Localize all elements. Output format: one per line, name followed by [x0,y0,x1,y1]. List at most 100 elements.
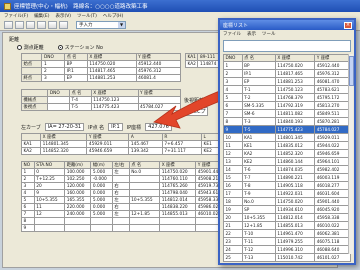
table-row[interactable]: 13 KE2 114860.144 45964.101 [223,157,351,166]
menu-file[interactable]: ファイル(F) [4,13,28,19]
table-row[interactable]: 24 T-12 114996.310 46088.640 [223,245,351,254]
table-row[interactable]: 7 SM-6 114811.082 45849.511 [223,109,351,118]
table-row[interactable]: 3 EP 114881.253 46081.470 [223,77,351,86]
table-cell[interactable]: 114961.470 [274,229,316,238]
table-cell[interactable] [128,182,161,190]
table-cell[interactable]: T-13 [241,253,276,262]
table-cell[interactable]: 114840.193 [274,117,316,126]
table-cell[interactable]: 100.000 [64,168,92,176]
table-cell[interactable]: 46018.277 [314,181,351,190]
table-cell[interactable]: 1 [21,168,35,176]
table-cell[interactable]: 114750.020 [274,61,316,70]
table-cell[interactable]: 46062.381 [314,229,351,238]
table-cell[interactable] [128,224,161,232]
table-cell[interactable] [159,224,197,232]
table-row[interactable]: 終点 3 EP 114881.253 46081.4 [20,74,182,82]
popup-menu-view[interactable]: 表示 [247,31,256,37]
table-cell[interactable]: 114750.020 [159,168,197,176]
table-row[interactable]: 21 12+1.85 114855.013 46010.022 [223,221,351,230]
table-cell[interactable]: 45870.281 [314,117,351,126]
table-cell[interactable]: 120.000 [64,182,92,190]
table-cell[interactable]: T-3 [241,117,276,126]
popup-filter-box[interactable] [223,40,351,52]
table-cell[interactable]: 46088.640 [314,245,351,254]
table-cell[interactable]: 46081.470 [314,77,351,86]
table-row[interactable]: 4 9 160.000 0.000 右 114798.040 45943.617 [21,189,229,197]
table-cell[interactable]: 45783.621 [314,85,351,94]
table-cell[interactable]: 7 [21,210,35,218]
table-row[interactable]: 11 KE1 114835.012 45944.022 [223,141,351,150]
table-cell[interactable]: 114801.345 [40,140,88,148]
popup-titlebar[interactable]: 座標リスト × [220,20,354,30]
table-cell[interactable]: 114934.610 [274,205,316,214]
table-row[interactable]: 19 SP 114934.610 46045.920 [223,205,351,214]
table-cell[interactable]: 160.000 [64,189,92,197]
table-cell[interactable]: 114750.020 [86,60,137,68]
table-cell[interactable]: 5.000 [90,168,113,176]
table-cell[interactable]: SP [241,205,276,214]
table-cell[interactable]: 46075.118 [314,237,351,246]
popup-scrollbar[interactable] [348,54,354,254]
menu-edit[interactable]: 編集(E) [34,13,49,19]
table-cell[interactable]: 21 [223,221,243,230]
table-cell[interactable]: 114792.319 [274,101,316,110]
table-cell[interactable]: IP.1 [64,67,88,75]
table-cell[interactable]: 45929.011 [86,140,130,148]
table-cell[interactable]: 22 [223,229,243,238]
table-cell[interactable]: 46031.604 [314,189,351,198]
table-cell[interactable]: 5.000 [90,196,113,204]
table-cell[interactable]: 20 [223,213,243,222]
table-cell[interactable]: 114775.423 [90,103,139,111]
table-cell[interactable]: 114922.031 [274,189,316,198]
table-row[interactable]: 1 BP 114750.020 45912.440 [223,61,351,70]
table-cell[interactable]: 7+6.457 [161,140,203,148]
table-cell[interactable]: 45946.659 [314,149,351,158]
table-cell[interactable]: 114890.221 [274,173,316,182]
table-cell[interactable]: 12 [33,210,66,218]
table-row[interactable]: 7 12 240.000 5.000 左 12+1.85 114855.013 46010.0… [21,210,229,218]
table-cell[interactable]: 10+5.355 [33,196,66,204]
table-row[interactable]: KA1 114801.345 45929.011 145.467 7+6.457 KE1 [20,140,221,148]
table-cell[interactable]: 2 [21,175,35,183]
table-row[interactable]: 5 10+5.355 165.355 5.000 左 10+5.355 114812.014… [21,196,229,204]
table-cell[interactable]: 220.000 [64,203,92,211]
table-cell[interactable]: 114817.465 [86,67,137,75]
table-row[interactable]: 8 T-3 114840.193 45870.281 [223,117,351,126]
table-cell[interactable]: -0.000 [90,175,113,183]
table-cell[interactable]: 19 [223,205,243,214]
table-cell[interactable]: 114874.035 [274,165,316,174]
print-icon[interactable] [37,21,46,29]
table-row[interactable]: 14 T-6 114874.035 45982.402 [223,165,351,174]
radio-station-no[interactable]: ステーション No [58,44,103,51]
radio-point-distance[interactable]: 測点距離 [17,44,44,51]
table-row[interactable]: 2 T+12.25 102.250 -0.000 114760.110 45908.215 [21,175,229,183]
table-row[interactable]: 22 T-10 114961.470 46062.381 [223,229,351,238]
table-cell[interactable]: T-10 [241,229,276,238]
table-cell[interactable]: 114838.220 [159,203,197,211]
scrollbar-thumb[interactable] [349,56,354,86]
table-row[interactable]: 20 10+5.355 114812.014 45958.338 [223,213,351,222]
table-cell[interactable]: 左 [111,210,130,218]
table-cell[interactable]: 114765.260 [159,182,197,190]
table-cell[interactable]: 4 [223,85,243,94]
table-cell[interactable]: 0 [33,168,66,176]
table-cell[interactable]: KA2 [184,60,199,68]
table-cell[interactable]: 45976.312 [135,67,182,75]
table-cell[interactable]: 14 [223,165,243,174]
table-cell[interactable]: EP [241,77,276,86]
table-cell[interactable]: 114812.014 [159,196,197,204]
table-cell[interactable]: 114855.013 [159,210,197,218]
popup-menu-tools[interactable]: ツール [262,31,276,37]
table-cell[interactable]: 12+1.85 [241,221,276,230]
table-cell[interactable]: 0.000 [90,182,113,190]
table-row[interactable]: 23 T-11 114979.255 46075.118 [223,237,351,246]
table-cell[interactable]: 9 [223,125,243,134]
table-cell[interactable]: 16 [223,181,243,190]
table-cell[interactable]: T-1 [241,85,276,94]
table-cell[interactable]: KA1 [241,133,276,142]
table-cell[interactable] [128,203,161,211]
table-cell[interactable]: 114812.014 [274,213,316,222]
table-cell[interactable] [47,103,70,111]
table-cell[interactable]: T-5 [69,103,92,111]
table-cell[interactable] [64,224,92,232]
